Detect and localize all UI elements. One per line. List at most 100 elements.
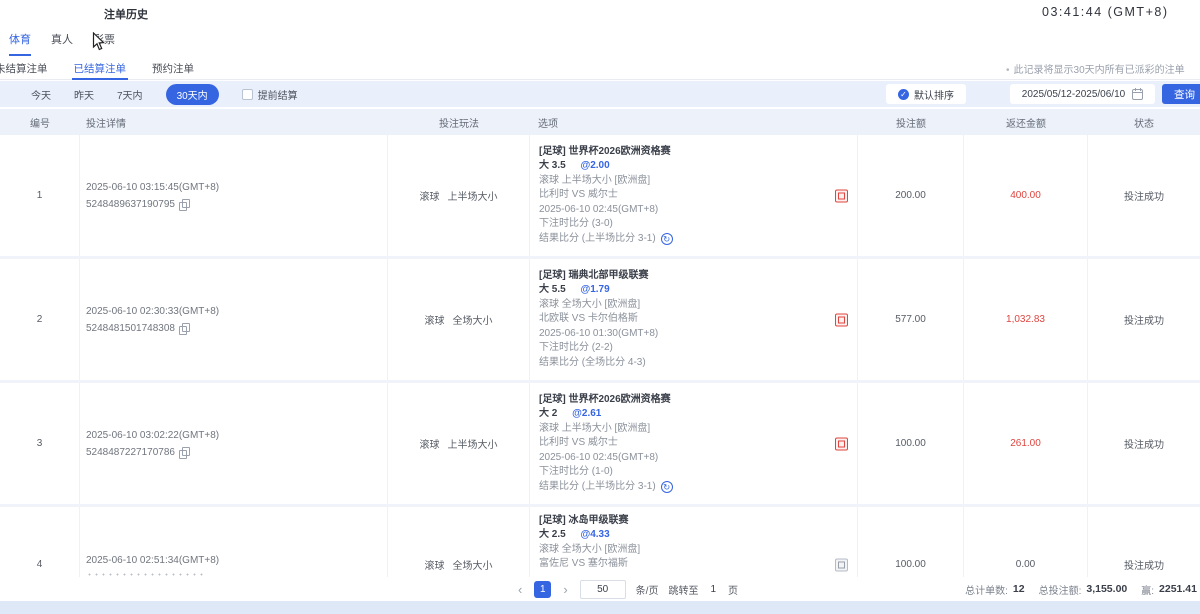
order-id-clipped (86, 573, 204, 576)
order-id: 5248489637190795 (86, 197, 175, 212)
selection-result: 结果比分 (上半场比分 3-1) (539, 480, 656, 495)
page-title: 注单历史 (104, 6, 148, 22)
play-name: 全场大小 (453, 557, 493, 572)
selection-score-at-bet: 下注时比分 (3-0) (539, 217, 848, 232)
selection-result: 结果比分 (上半场比分 3-1) (539, 232, 656, 247)
column-header-return: 返还金额 (964, 115, 1088, 130)
table-row: 3 2025-06-10 03:02:22(GMT+8) 52484872271… (0, 383, 1200, 507)
selection-odds[interactable]: @2.00 (580, 160, 609, 171)
filter-30days[interactable]: 30天内 (166, 84, 219, 105)
column-header-amount: 投注额 (858, 115, 964, 130)
selection-odds[interactable]: @4.33 (580, 529, 609, 540)
match-badge-icon (835, 558, 848, 571)
play-name: 全场大小 (453, 312, 493, 327)
summary-win: 2251.41 (1159, 583, 1197, 595)
selection-match-time: 2025-06-10 02:45(GMT+8) (539, 203, 848, 218)
bet-status: 投注成功 (1088, 135, 1200, 256)
selection-pick: 大 5.5 (539, 284, 566, 295)
copy-icon[interactable] (179, 199, 189, 210)
subtab-unsettled[interactable]: 未结算注单 (0, 57, 50, 80)
selection-market: 滚球 全场大小 [欧洲盘] (539, 298, 848, 313)
table-header: 编号 投注详情 投注玩法 选项 投注额 返还金额 状态 (0, 109, 1200, 135)
selection-market: 滚球 全场大小 [欧洲盘] (539, 543, 848, 558)
row-number: 4 (0, 507, 80, 577)
page-1-button[interactable]: 1 (534, 581, 551, 598)
column-header-no: 编号 (0, 115, 80, 130)
bet-status: 投注成功 (1088, 383, 1200, 504)
column-header-detail: 投注详情 (80, 115, 388, 130)
selection-league: [足球] 世界杯2026欧洲资格赛 (539, 145, 848, 160)
sort-label: 默认排序 (914, 87, 954, 102)
bet-amount: 200.00 (858, 135, 964, 256)
selection-teams: 比利时 VS 威尔士 (539, 436, 848, 451)
selection-teams: 北欧联 VS 卡尔伯格斯 (539, 312, 848, 327)
tab-sports[interactable]: 体育 (9, 31, 31, 56)
column-header-status: 状态 (1088, 115, 1200, 130)
summary-win-label: 赢: (1141, 582, 1154, 597)
order-id: 5248481501748308 (86, 321, 175, 336)
date-range-picker[interactable]: 2025/05/12-2025/06/10 (1010, 84, 1155, 104)
selection-match-time: 2025-06-10 02:45(GMT+8) (539, 451, 848, 466)
play-type: 滚球 (420, 436, 440, 451)
replay-icon[interactable]: ↻ (661, 481, 673, 493)
selection-market: 滚球 上半场大小 [欧洲盘] (539, 422, 848, 437)
play-type: 滚球 (425, 312, 445, 327)
bet-time: 2025-06-10 02:51:34(GMT+8) (86, 553, 219, 568)
tab-live[interactable]: 真人 (51, 31, 73, 56)
match-badge-icon (835, 189, 848, 202)
bottom-strip (0, 601, 1200, 614)
row-number: 1 (0, 135, 80, 256)
early-settle-checkbox[interactable]: 提前结算 (242, 87, 298, 102)
clock: 03:41:44 (GMT+8) (1042, 5, 1168, 19)
selection-league: [足球] 世界杯2026欧洲资格赛 (539, 393, 848, 408)
subtab-settled[interactable]: 已结算注单 (72, 57, 129, 80)
table-row: 1 2025-06-10 03:15:45(GMT+8) 52484896371… (0, 135, 1200, 259)
bet-status: 投注成功 (1088, 259, 1200, 380)
bet-status: 投注成功 (1088, 507, 1200, 577)
selection-score-at-bet: 下注时比分 (1-0) (539, 465, 848, 480)
summary-total-label: 总投注额: (1039, 582, 1082, 597)
page-size-input[interactable] (580, 580, 626, 599)
order-id: 5248487227170786 (86, 445, 175, 460)
selection-odds[interactable]: @1.79 (580, 284, 609, 295)
sort-button[interactable]: ✓ 默认排序 (886, 84, 966, 104)
table-body: 1 2025-06-10 03:15:45(GMT+8) 52484896371… (0, 135, 1200, 577)
column-header-selection: 选项 (530, 115, 858, 130)
selection-league: [足球] 瑞典北部甲级联赛 (539, 269, 848, 284)
selection-league: [足球] 冰岛甲级联赛 (539, 514, 848, 529)
replay-icon[interactable]: ↻ (661, 233, 673, 245)
checkbox-icon[interactable] (242, 89, 253, 100)
bet-amount: 100.00 (858, 507, 964, 577)
bet-amount: 100.00 (858, 383, 964, 504)
selection-pick: 大 2 (539, 408, 557, 419)
subtab-reserved[interactable]: 预约注单 (150, 57, 196, 80)
jump-label: 跳转至 (668, 582, 698, 597)
filter-today[interactable]: 今天 (31, 87, 51, 102)
jump-page-value[interactable]: 1 (710, 584, 716, 595)
per-page-label: 条/页 (636, 582, 659, 597)
row-number: 3 (0, 383, 80, 504)
return-amount: 400.00 (964, 135, 1088, 256)
summary-total: 3,155.00 (1086, 583, 1127, 595)
filter-yesterday[interactable]: 昨天 (74, 87, 94, 102)
next-page-button[interactable]: › (561, 583, 569, 596)
table-row: 2 2025-06-10 02:30:33(GMT+8) 52484815017… (0, 259, 1200, 383)
check-circle-icon: ✓ (898, 89, 909, 100)
column-header-play: 投注玩法 (388, 115, 530, 130)
summary: 总计单数: 12 总投注额: 3,155.00 赢: 2251.41 (951, 577, 1197, 601)
selection-teams: 富佐尼 VS 塞尔福斯 (539, 557, 848, 572)
mouse-cursor-icon (92, 32, 105, 51)
selection-odds[interactable]: @2.61 (572, 408, 601, 419)
filter-7days[interactable]: 7天内 (117, 87, 143, 102)
subtabs-row: 未结算注单 已结算注单 预约注单 •此记录将显示30天内所有已派彩的注单 (0, 57, 1200, 80)
copy-icon[interactable] (179, 323, 189, 334)
prev-page-button[interactable]: ‹ (516, 583, 524, 596)
return-amount: 1,032.83 (964, 259, 1088, 380)
table-row: 4 2025-06-10 02:51:34(GMT+8) 滚球 全场大小 [足球… (0, 507, 1200, 577)
match-badge-icon (835, 313, 848, 326)
play-name: 上半场大小 (448, 188, 498, 203)
copy-icon[interactable] (179, 447, 189, 458)
search-button[interactable]: 查询 (1162, 84, 1200, 104)
selection-teams: 比利时 VS 威尔士 (539, 188, 848, 203)
selection-pick: 大 3.5 (539, 160, 566, 171)
